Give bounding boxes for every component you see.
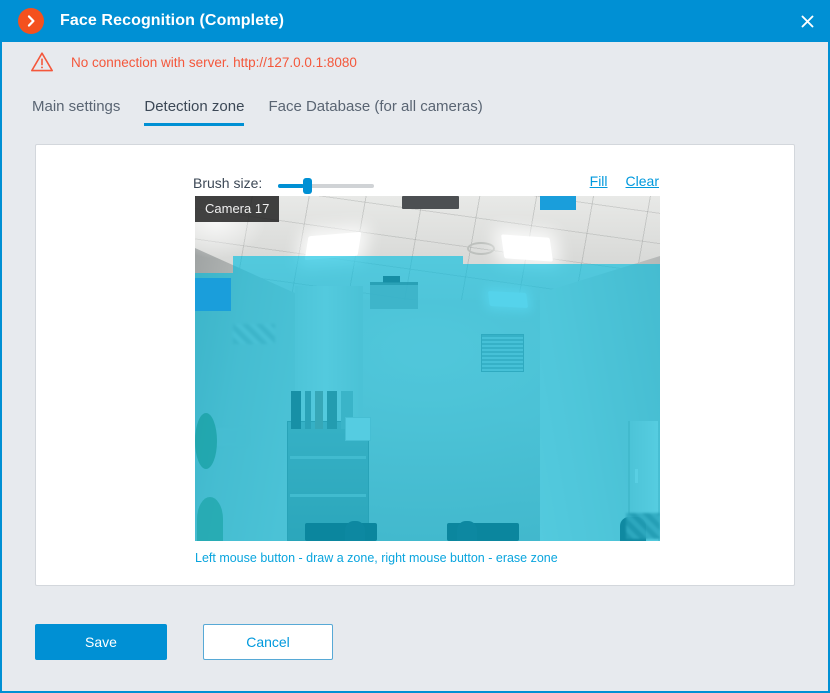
tab-detection-zone[interactable]: Detection zone — [132, 98, 256, 126]
zone-usage-hint: Left mouse button - draw a zone, right m… — [195, 551, 558, 565]
slider-handle[interactable] — [303, 178, 312, 194]
detection-zone-block[interactable] — [233, 256, 463, 273]
tab-main-settings[interactable]: Main settings — [20, 98, 132, 126]
tab-bar: Main settings Detection zone Face Databa… — [20, 98, 495, 126]
tab-face-database[interactable]: Face Database (for all cameras) — [256, 98, 494, 126]
window-body: No connection with server. http://127.0.… — [0, 42, 830, 693]
ceiling-lamp — [500, 234, 554, 262]
fill-zone-link[interactable]: Fill — [590, 173, 608, 189]
close-icon[interactable] — [784, 0, 830, 42]
camera-preview[interactable]: Camera 17 — [195, 196, 660, 541]
detection-zone-block[interactable] — [195, 273, 233, 541]
cancel-button[interactable]: Cancel — [203, 624, 333, 660]
window-title: Face Recognition (Complete) — [60, 12, 285, 29]
save-button[interactable]: Save — [35, 624, 167, 660]
chevron-right-circle-icon — [18, 8, 44, 34]
camera-frame — [195, 196, 660, 541]
slider-fill — [278, 184, 304, 188]
ceiling-ac-unit — [402, 196, 459, 209]
detection-zone-panel: Brush size: Fill Clear Camera 17 Left mo… — [35, 144, 795, 586]
connection-alert: No connection with server. http://127.0.… — [30, 51, 357, 73]
connection-alert-text: No connection with server. http://127.0.… — [71, 54, 357, 70]
dialog-footer: Save Cancel — [35, 624, 333, 660]
window-titlebar: Face Recognition (Complete) — [0, 0, 830, 42]
detection-zone-block[interactable] — [195, 278, 231, 311]
brush-size-label: Brush size: — [193, 175, 263, 191]
brush-size-slider[interactable] — [278, 178, 374, 194]
clear-zone-link[interactable]: Clear — [626, 173, 659, 189]
ceiling-fixture — [467, 242, 495, 255]
face-recognition-window: Face Recognition (Complete) No connectio… — [0, 0, 830, 693]
detection-zone-block[interactable] — [540, 196, 576, 210]
detection-zone-block[interactable] — [233, 273, 660, 541]
zone-actions: Fill Clear — [590, 173, 659, 189]
warning-triangle-icon — [30, 51, 54, 73]
detection-zone-block[interactable] — [463, 264, 660, 273]
camera-name-label: Camera 17 — [195, 196, 280, 222]
